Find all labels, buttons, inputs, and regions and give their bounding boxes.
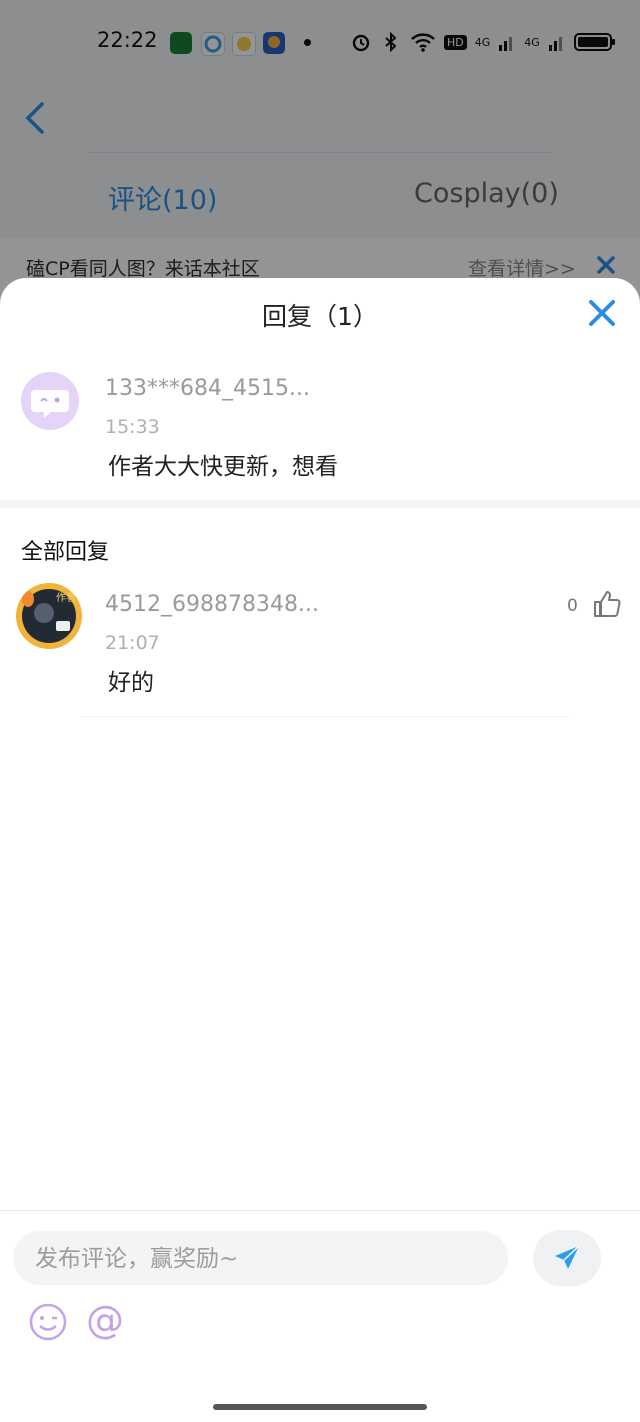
avatar[interactable]: 作者 — [16, 583, 82, 649]
like-button[interactable] — [592, 589, 622, 619]
reply-content: 好的 — [108, 670, 154, 696]
comment-input[interactable] — [33, 1231, 497, 1287]
comment-content: 作者大大快更新，想看 — [108, 454, 338, 480]
send-button[interactable] — [533, 1230, 601, 1286]
sheet-title: 回复（1） — [262, 302, 378, 331]
emoji-icon — [29, 1303, 67, 1341]
section-separator — [0, 500, 640, 508]
avatar[interactable] — [21, 372, 79, 430]
comment-time: 15:33 — [105, 416, 160, 438]
thumbs-up-icon — [594, 591, 621, 617]
comment-input-wrapper[interactable] — [13, 1231, 508, 1287]
close-icon — [589, 300, 615, 326]
mention-button[interactable]: @ — [86, 1298, 124, 1342]
comment-username[interactable]: 133***684_4515... — [105, 376, 310, 401]
row-divider — [80, 716, 570, 717]
chat-bubble-icon — [31, 390, 69, 418]
reply-time: 21:07 — [105, 632, 160, 654]
send-icon — [555, 1245, 580, 1269]
emoji-button[interactable] — [28, 1302, 68, 1342]
like-count: 0 — [567, 596, 578, 616]
home-indicator[interactable] — [213, 1404, 427, 1410]
sheet-close-button[interactable] — [586, 297, 618, 329]
author-badge: 作者 — [56, 593, 76, 604]
all-replies-title: 全部回复 — [21, 540, 110, 565]
reply-username[interactable]: 4512_698878348... — [105, 592, 319, 617]
